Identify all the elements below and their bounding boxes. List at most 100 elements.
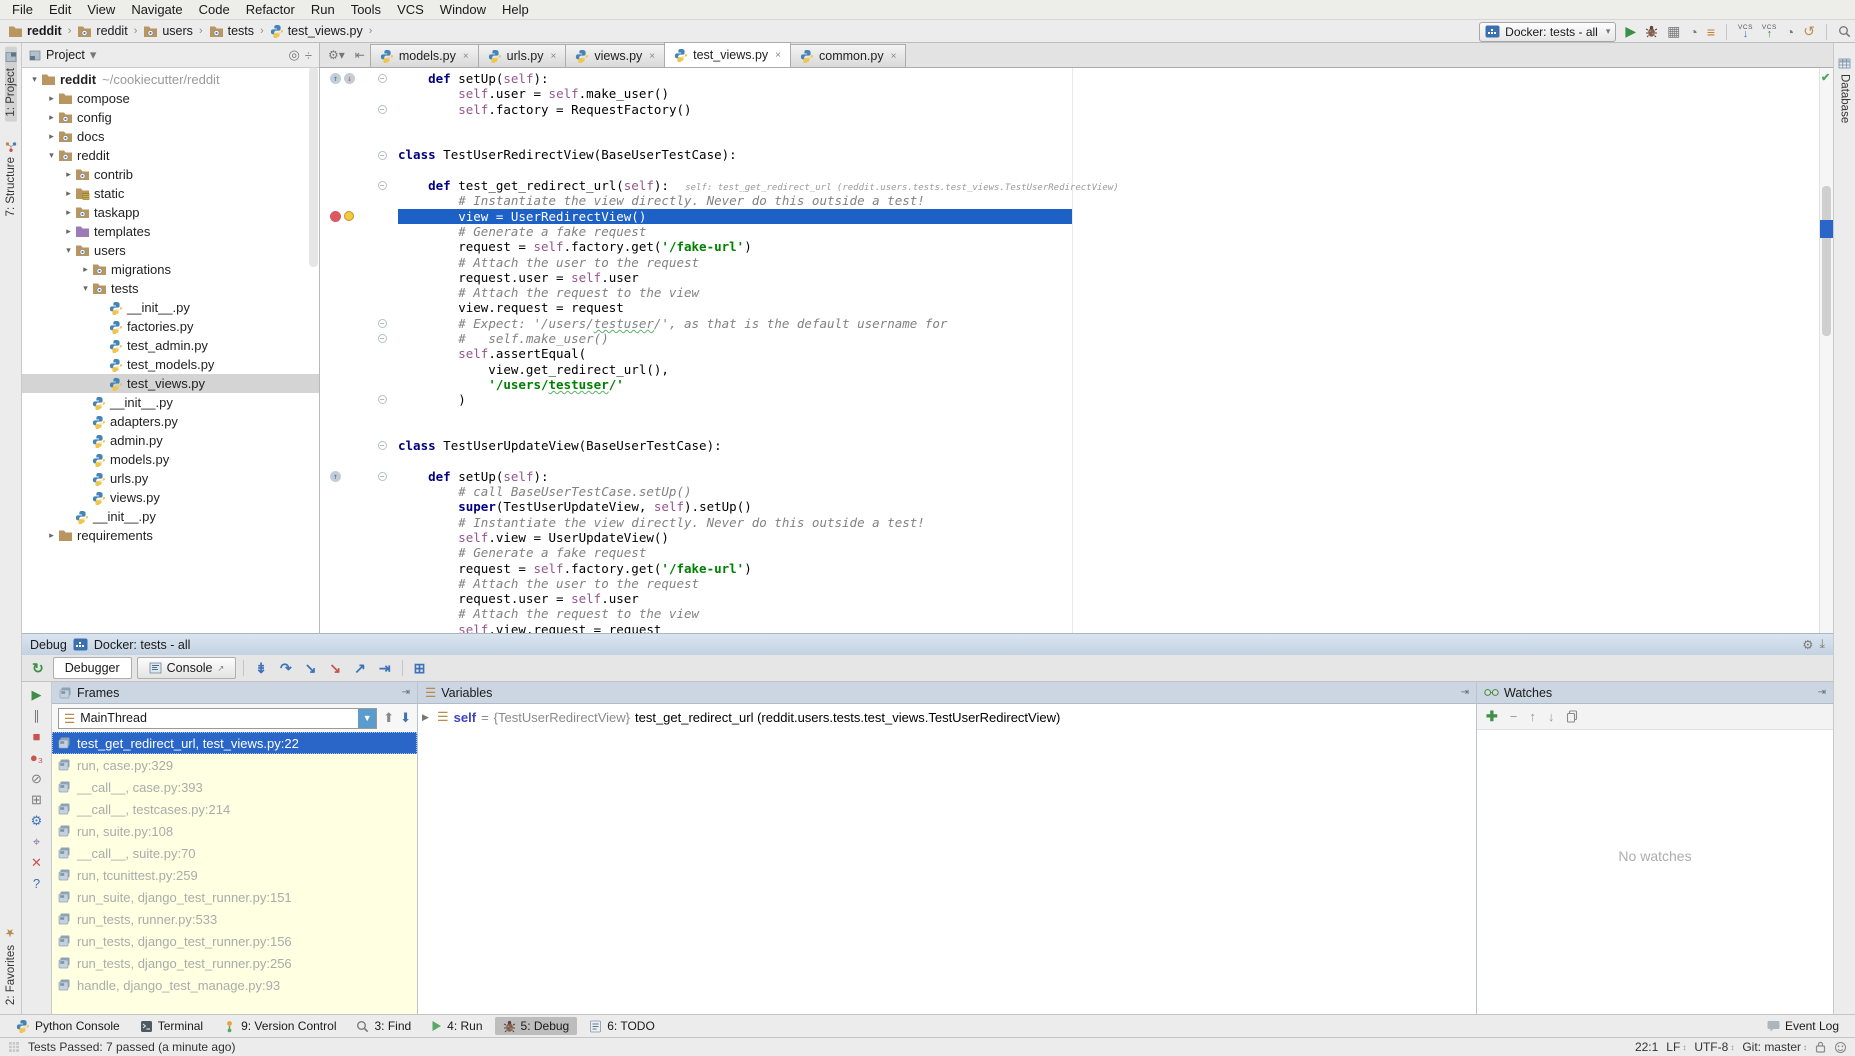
inspections-ok-icon[interactable]: ✔ [1821,71,1830,84]
tree-item-test-admin-py[interactable]: test_admin.py [22,336,319,355]
fold-marker-icon[interactable]: − [378,151,387,160]
tree-item-users[interactable]: ▾users [22,241,319,260]
tree-collapsed-arrow-icon[interactable]: ▸ [45,530,58,541]
tool-strip-tab-favorites[interactable]: 2: Favorites★ [4,921,18,1010]
close-tab-icon[interactable]: × [891,51,897,62]
frame-up-button[interactable]: ⬆︎ [383,710,394,726]
menu-navigate[interactable]: Navigate [123,0,190,19]
pause-button[interactable]: ∥ [33,709,40,722]
fold-marker-icon[interactable]: − [378,319,387,328]
tree-collapsed-arrow-icon[interactable]: ▸ [62,169,75,180]
code-line-32[interactable]: # Generate a fake request [320,545,1819,560]
project-panel-title[interactable]: Project [46,48,85,62]
resume-button[interactable]: ▶ [32,688,42,701]
git-branch-selector[interactable]: Git: master↕ [1742,1040,1807,1054]
tree-item-urls-py[interactable]: urls.py [22,469,319,488]
tree-item-factories-py[interactable]: factories.py [22,317,319,336]
toolwindow-button-python-console[interactable]: Python Console [8,1017,128,1035]
code-editor[interactable]: ↑↓− def setUp(self): self.user = self.ma… [320,68,1819,633]
editor-tab-urls-py[interactable]: urls.py× [478,44,567,67]
frame-row[interactable]: __call__, case.py:393 [52,776,417,798]
tab-options-gear-icon[interactable]: ⚙▾ [323,48,350,62]
toolwindow-button-4-run[interactable]: 4: Run [423,1017,490,1035]
fold-marker-icon[interactable]: − [378,395,387,404]
code-line-3[interactable]: − self.factory = RequestFactory() [320,102,1819,117]
tree-collapsed-arrow-icon[interactable]: ▸ [45,112,58,123]
tree-item-test-views-py[interactable]: test_views.py [22,374,319,393]
close-tab-icon[interactable]: × [551,51,557,62]
thread-selector[interactable]: ☰ MainThread ▼ [58,708,377,729]
tree-item-reddit[interactable]: ▾reddit [22,146,319,165]
menu-tools[interactable]: Tools [343,0,389,19]
fold-marker-icon[interactable]: − [378,334,387,343]
vcs-update-button[interactable]: VCS↓ [1738,25,1753,39]
code-line-24[interactable] [320,423,1819,438]
code-line-9[interactable]: # Instantiate the view directly. Never d… [320,193,1819,208]
code-line-30[interactable]: # Instantiate the view directly. Never d… [320,515,1819,530]
hide-tool-window-icon[interactable]: ⤓ [1819,637,1825,652]
chevron-down-icon[interactable]: ▾ [90,47,97,63]
scrollbar-thumb[interactable] [1822,186,1831,336]
fold-marker-icon[interactable]: − [378,441,387,450]
menu-run[interactable]: Run [303,0,343,19]
code-line-2[interactable]: self.user = self.make_user() [320,86,1819,101]
remove-watch-button[interactable]: − [1510,709,1518,724]
code-line-25[interactable]: −class TestUserUpdateView(BaseUserTestCa… [320,438,1819,453]
breadcrumb-item[interactable]: users [143,24,193,38]
code-line-13[interactable]: # Attach the user to the request [320,255,1819,270]
close-tab-icon[interactable]: × [775,50,781,61]
tree-expanded-arrow-icon[interactable]: ▾ [45,150,58,161]
variable-row[interactable]: ▶☰self = {TestUserRedirectView} test_get… [422,709,1472,725]
menu-refactor[interactable]: Refactor [238,0,303,19]
code-line-8[interactable]: − def test_get_redirect_url(self): self:… [320,178,1819,193]
tree-expanded-arrow-icon[interactable]: ▾ [79,283,92,294]
view-breakpoints-button[interactable]: ●₃ [30,751,43,764]
close-session-button[interactable]: ✕ [31,856,42,869]
dock-icon[interactable]: ⇥ [402,687,410,698]
code-line-16[interactable]: view.request = request [320,300,1819,315]
code-line-21[interactable]: '/users/testuser/' [320,377,1819,392]
lock-icon[interactable] [1815,1041,1826,1053]
code-line-6[interactable]: −class TestUserRedirectView(BaseUserTest… [320,147,1819,162]
fold-marker-icon[interactable]: − [378,181,387,190]
code-line-4[interactable] [320,117,1819,132]
code-line-37[interactable]: self.view.request = request [320,622,1819,633]
close-tab-icon[interactable]: × [463,51,469,62]
add-watch-button[interactable]: ✚ [1486,708,1498,725]
code-line-34[interactable]: # Attach the user to the request [320,576,1819,591]
frame-row[interactable]: run_suite, django_test_runner.py:151 [52,886,417,908]
code-line-15[interactable]: # Attach the request to the view [320,285,1819,300]
line-separator-selector[interactable]: LF↕ [1666,1040,1686,1054]
toolwindow-button-terminal[interactable]: Terminal [132,1017,211,1035]
code-line-11[interactable]: # Generate a fake request [320,224,1819,239]
restore-layout-button[interactable]: ⊞ [31,793,42,806]
run-to-cursor-button[interactable]: ⇥ [375,660,395,677]
menu-view[interactable]: View [79,0,123,19]
editor-tab-models-py[interactable]: models.py× [370,44,479,67]
dock-icon[interactable]: ⇥ [1818,687,1826,698]
frame-row[interactable]: test_get_redirect_url, test_views.py:22 [52,732,417,754]
frame-row[interactable]: __call__, testcases.py:214 [52,798,417,820]
frame-row[interactable]: run_tests, runner.py:533 [52,908,417,930]
tree-expanded-arrow-icon[interactable]: ▾ [28,74,41,85]
editor-scrollbar[interactable]: ✔ [1819,68,1833,633]
breadcrumb-item[interactable]: tests [209,24,254,38]
code-line-33[interactable]: request = self.factory.get('/fake-url') [320,561,1819,576]
mute-breakpoints-button[interactable]: ⊘ [31,772,42,785]
tool-window-switcher-icon[interactable] [8,1041,20,1053]
fold-marker-icon[interactable]: − [378,74,387,83]
tool-strip-tab-structure[interactable]: 7: Structure [5,136,17,221]
code-line-20[interactable]: view.get_redirect_url(), [320,362,1819,377]
highlighting-level-icon[interactable] [1834,1041,1847,1054]
menu-window[interactable]: Window [432,0,494,19]
code-line-27[interactable]: ↑− def setUp(self): [320,469,1819,484]
code-line-26[interactable] [320,453,1819,468]
expand-arrow-icon[interactable]: ▶ [422,712,432,723]
move-watch-up-button[interactable]: ↑ [1529,709,1536,724]
frame-row[interactable]: run, tcunittest.py:259 [52,864,417,886]
tree-item-contrib[interactable]: ▸contrib [22,165,319,184]
tree-item-test-models-py[interactable]: test_models.py [22,355,319,374]
tree-item-admin-py[interactable]: admin.py [22,431,319,450]
project-tree-scrollbar[interactable] [309,67,318,267]
tree-item-adapters-py[interactable]: adapters.py [22,412,319,431]
